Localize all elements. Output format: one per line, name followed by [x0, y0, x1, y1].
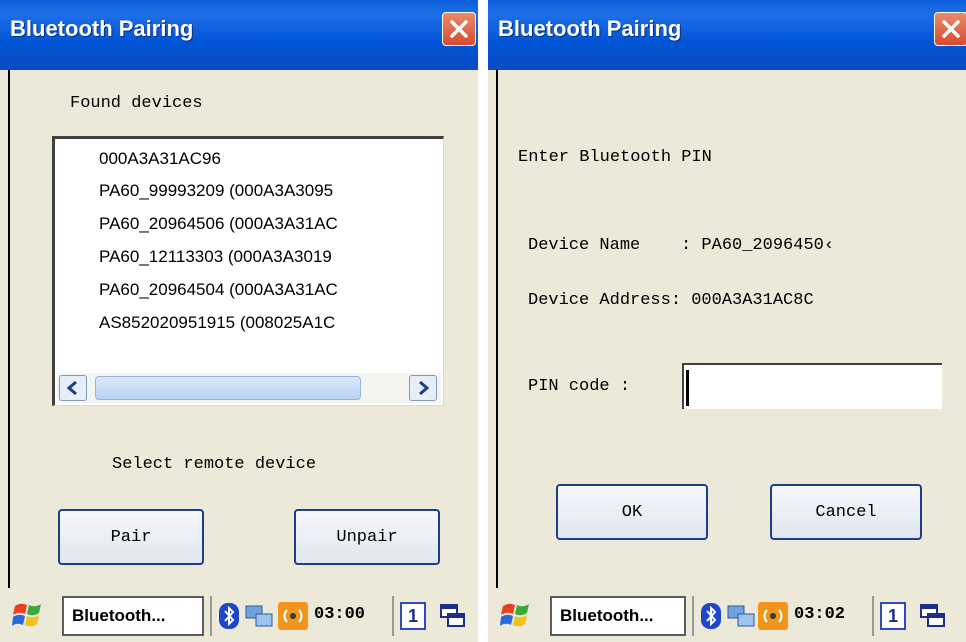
found-devices-label: Found devices	[70, 94, 203, 113]
device-list-screen: Bluetooth Pairing Found devices 000A3A31…	[0, 0, 478, 642]
wireless-icon[interactable]	[278, 602, 308, 630]
bluetooth-icon[interactable]	[218, 602, 240, 630]
desktop-switch-icon[interactable]	[440, 604, 466, 630]
desktop-switch-icon[interactable]	[920, 604, 946, 630]
list-item[interactable]: PA60_12113303 (000A3A3019	[99, 247, 332, 267]
windows-flag-icon[interactable]	[500, 600, 532, 630]
taskbar-app-button[interactable]: Bluetooth...	[550, 596, 686, 636]
scroll-right-arrow-icon	[419, 380, 430, 396]
device-list[interactable]: 000A3A31AC96 PA60_99993209 (000A3A3095 P…	[52, 136, 444, 406]
enter-pin-label: Enter Bluetooth PIN	[518, 148, 712, 167]
taskbar: Bluetooth... 03:00 1	[0, 588, 478, 642]
wireless-icon[interactable]	[758, 602, 788, 630]
windows-flag-icon[interactable]	[12, 600, 44, 630]
horizontal-scrollbar[interactable]	[57, 373, 441, 403]
cancel-button[interactable]: Cancel	[770, 484, 922, 540]
network-icon[interactable]	[726, 602, 756, 630]
scroll-right-button[interactable]	[409, 375, 437, 401]
scroll-left-arrow-icon	[66, 380, 77, 396]
ok-button[interactable]: OK	[556, 484, 708, 540]
window-title: Bluetooth Pairing	[10, 16, 194, 41]
bluetooth-icon[interactable]	[700, 602, 722, 630]
window-title: Bluetooth Pairing	[498, 16, 682, 41]
title-bar: Bluetooth Pairing	[488, 0, 966, 70]
scroll-thumb[interactable]	[95, 376, 361, 400]
title-bar: Bluetooth Pairing	[0, 0, 478, 70]
list-item[interactable]: 000A3A31AC96	[99, 149, 221, 169]
desktop-number[interactable]: 1	[880, 602, 906, 630]
device-name-line: Device Name : PA60_2096450‹	[528, 236, 835, 255]
text-caret	[686, 370, 689, 406]
pair-button[interactable]: Pair	[58, 509, 204, 565]
list-item[interactable]: PA60_20964504 (000A3A31AC	[99, 280, 338, 300]
clock: 03:02	[794, 605, 846, 624]
list-item[interactable]: AS852020951915 (008025A1C	[99, 313, 335, 333]
select-remote-device-label: Select remote device	[112, 455, 317, 474]
network-icon[interactable]	[244, 602, 274, 630]
close-icon	[450, 20, 468, 38]
pin-code-input[interactable]	[682, 363, 942, 409]
close-button[interactable]	[442, 12, 476, 46]
close-button[interactable]	[934, 12, 966, 46]
device-address-line: Device Address: 000A3A31AC8C	[528, 291, 814, 310]
scroll-left-button[interactable]	[59, 375, 87, 401]
taskbar: Bluetooth... 03:02 1	[488, 588, 966, 642]
desktop-number[interactable]: 1	[400, 602, 426, 630]
unpair-button[interactable]: Unpair	[294, 509, 440, 565]
clock: 03:00	[314, 605, 366, 624]
list-item[interactable]: PA60_99993209 (000A3A3095	[99, 181, 333, 201]
close-icon	[942, 20, 960, 38]
taskbar-app-button[interactable]: Bluetooth...	[62, 596, 204, 636]
list-item[interactable]: PA60_20964506 (000A3A31AC	[99, 214, 338, 234]
pin-code-label: PIN code :	[528, 377, 631, 396]
pin-entry-screen: Bluetooth Pairing Enter Bluetooth PIN De…	[488, 0, 966, 642]
